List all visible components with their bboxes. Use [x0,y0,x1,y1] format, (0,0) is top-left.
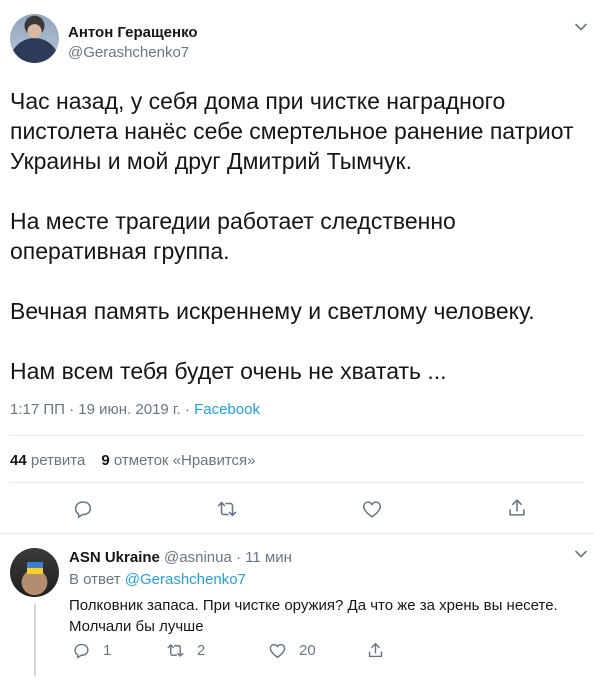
tweet-meta: 1:17 ПП · 19 июн. 2019 г. · Facebook [10,401,260,418]
reply-retweet-button[interactable]: 2 [166,640,205,660]
tweet-text: Час назад, у себя дома при чистке наград… [10,86,580,386]
retweet-icon [167,643,184,657]
reply-avatar[interactable] [10,548,59,597]
tweet-time[interactable]: 1:17 ПП [10,401,65,418]
reply-icon[interactable] [72,498,94,520]
likes-label: отметок «Нравится» [113,452,256,469]
heart-icon[interactable] [361,498,383,520]
likes-count: 9 [101,452,110,469]
meta-separator: · [184,401,190,418]
reply-separator: · [236,549,241,566]
reply-retweet-count: 2 [197,641,206,659]
reply-to-line: В ответ @Gerashchenko7 [69,571,246,588]
reply-text: Полковник запаса. При чистке оружия? Да … [69,597,558,635]
heart-icon [269,643,286,658]
reply-to-mention[interactable]: @Gerashchenko7 [125,571,246,588]
thread-line [34,604,36,676]
chevron-down-icon[interactable] [574,547,588,561]
retweets-stat[interactable]: 44 ретвита [10,452,85,469]
share-icon[interactable] [506,497,528,519]
divider [10,435,584,436]
reply-like-count: 20 [299,641,316,659]
tweet-source-link[interactable]: Facebook [194,401,260,418]
author-handle[interactable]: @Gerashchenko7 [68,44,189,61]
reply-time[interactable]: 11 мин [245,549,292,566]
trident-flag-icon [27,562,43,574]
tweet-paragraph: Вечная память искреннему и светлому чело… [10,298,535,324]
reply-share-button[interactable] [366,640,385,660]
section-divider [0,533,594,534]
tweet-paragraph: Час назад, у себя дома при чистке наград… [10,88,574,174]
reply-author-handle[interactable]: @asninua [164,549,232,566]
tweet-paragraph: На месте трагедии работает следственно о… [10,208,456,264]
reply-header: ASN Ukraine @asninua · 11 мин [69,549,292,566]
chevron-down-icon[interactable] [574,20,588,34]
retweets-count: 44 [10,452,27,469]
reply-like-button[interactable]: 20 [268,640,316,660]
reply-reply-button[interactable]: 1 [72,640,111,660]
tweet-paragraph: Нам всем тебя будет очень не хватать ... [10,358,447,384]
tweet-stats: 44 ретвита 9 отметок «Нравится» [10,452,256,469]
author-name[interactable]: Антон Геращенко [68,24,198,41]
reply-count: 1 [103,641,112,659]
reply-author-name[interactable]: ASN Ukraine [69,549,160,566]
meta-separator: · [69,401,75,418]
divider [10,482,584,483]
tweet-date[interactable]: 19 июн. 2019 г. [78,401,180,418]
likes-stat[interactable]: 9 отметок «Нравится» [101,452,255,469]
share-icon [368,642,383,657]
retweet-icon[interactable] [216,498,238,520]
author-avatar[interactable] [10,14,59,63]
retweets-label: ретвита [30,452,86,469]
reply-to-prefix: В ответ [69,571,121,588]
reply-icon [74,643,89,658]
